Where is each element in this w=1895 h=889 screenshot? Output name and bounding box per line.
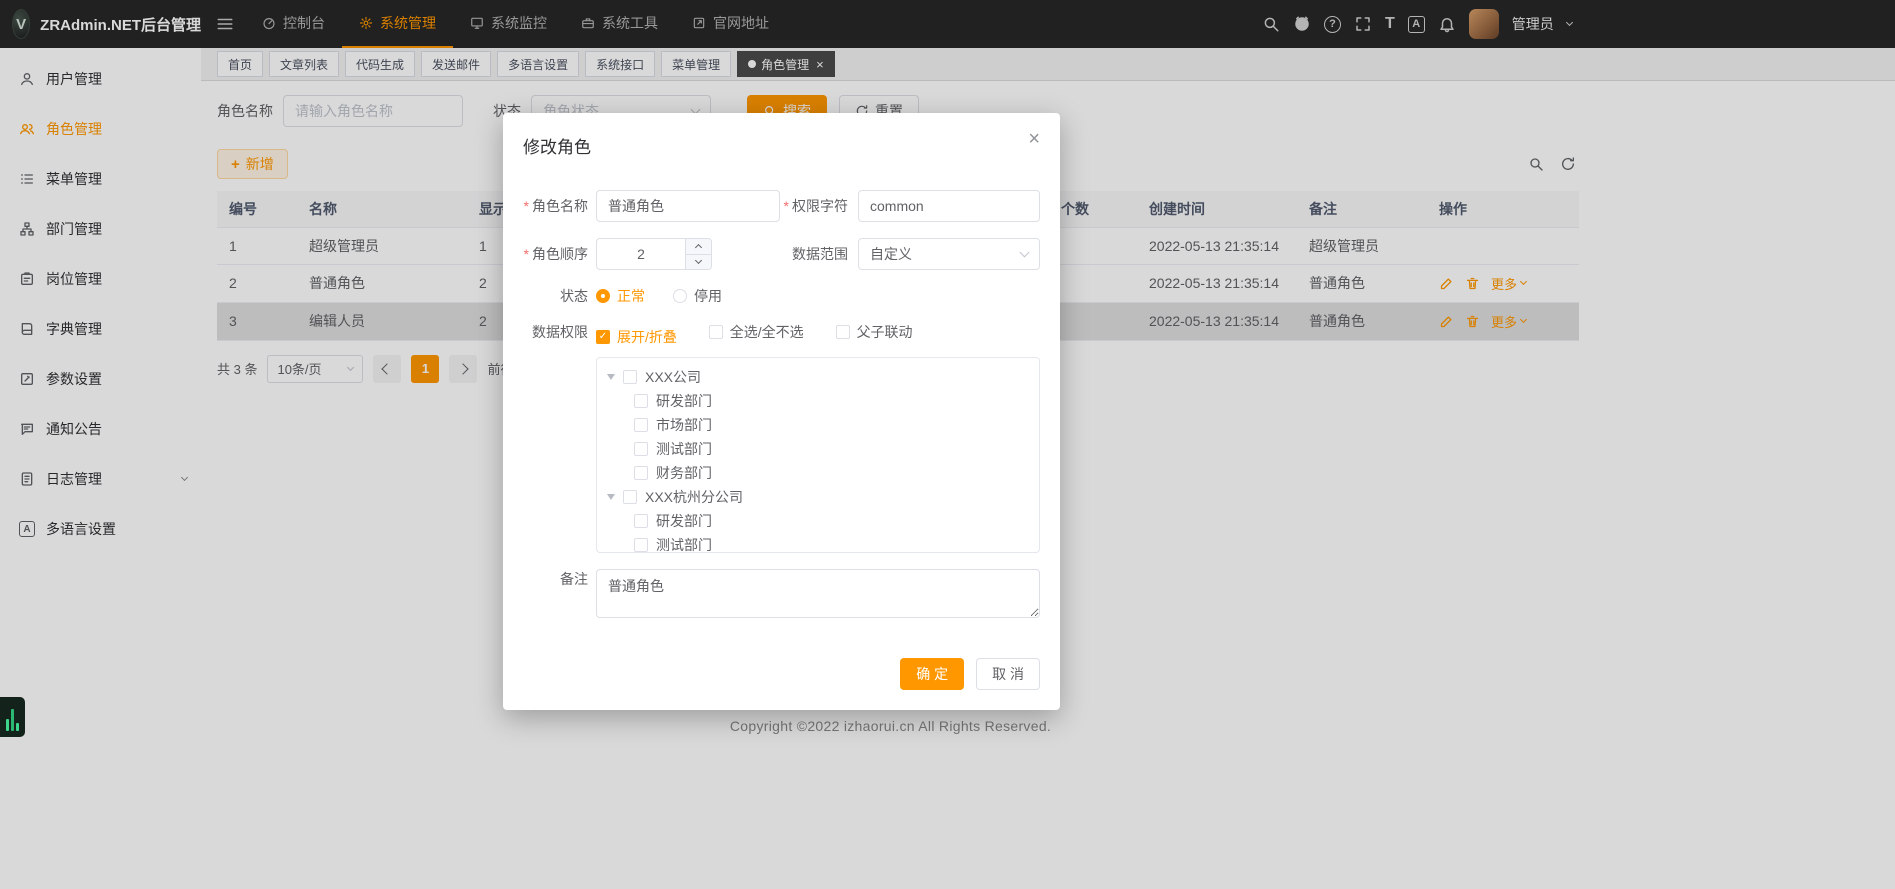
- chevron-up-icon: [695, 244, 702, 251]
- select-all-checkbox[interactable]: 全选/全不选: [709, 322, 804, 342]
- checkbox-icon: [709, 325, 723, 339]
- close-icon[interactable]: ×: [1028, 129, 1040, 149]
- chevron-down-icon: [695, 257, 702, 264]
- radio-icon: [596, 289, 610, 303]
- role-name-label: *角色名称: [523, 196, 588, 216]
- chevron-down-icon: [1020, 248, 1030, 258]
- checkbox-icon[interactable]: [634, 394, 648, 408]
- increase-button[interactable]: [686, 239, 711, 255]
- remark-textarea[interactable]: 普通角色: [596, 569, 1040, 618]
- edit-role-dialog: 修改角色 × *角色名称 *权限字符 *角色顺序 2 数据范围 自定义: [503, 113, 1060, 710]
- dialog-title: 修改角色: [523, 133, 1040, 158]
- status-disabled-radio[interactable]: 停用: [673, 286, 722, 306]
- floating-widget[interactable]: [0, 697, 25, 737]
- checkbox-icon[interactable]: [634, 466, 648, 480]
- decrease-button[interactable]: [686, 255, 711, 270]
- tree-node[interactable]: 测试部门: [597, 437, 1039, 461]
- tree-node[interactable]: 测试部门: [597, 533, 1039, 553]
- expand-collapse-checkbox[interactable]: 展开/折叠: [596, 327, 677, 347]
- tree-node[interactable]: 市场部门: [597, 413, 1039, 437]
- role-order-label: *角色顺序: [523, 244, 588, 264]
- data-scope-label: 数据范围: [792, 238, 848, 270]
- checkbox-icon[interactable]: [634, 418, 648, 432]
- caret-down-icon[interactable]: [607, 494, 615, 500]
- checkbox-icon: [836, 325, 850, 339]
- role-order-input[interactable]: 2: [596, 238, 712, 270]
- status-label: 状态: [523, 286, 588, 306]
- data-permission-label: 数据权限: [523, 322, 588, 342]
- checkbox-icon[interactable]: [623, 370, 637, 384]
- tree-node[interactable]: 研发部门: [597, 389, 1039, 413]
- status-normal-radio[interactable]: 正常: [596, 286, 645, 306]
- confirm-button[interactable]: 确 定: [900, 658, 964, 690]
- radio-icon: [673, 289, 687, 303]
- parent-child-link-checkbox[interactable]: 父子联动: [836, 322, 913, 342]
- checkbox-icon[interactable]: [634, 442, 648, 456]
- tree-node[interactable]: XXX公司: [597, 365, 1039, 389]
- checkbox-icon[interactable]: [623, 490, 637, 504]
- tree-node[interactable]: 研发部门: [597, 509, 1039, 533]
- caret-down-icon[interactable]: [607, 374, 615, 380]
- cancel-button[interactable]: 取 消: [976, 658, 1040, 690]
- role-key-input[interactable]: [858, 190, 1040, 222]
- checkbox-icon[interactable]: [634, 538, 648, 552]
- remark-label: 备注: [523, 569, 588, 589]
- tree-node[interactable]: 财务部门: [597, 461, 1039, 485]
- role-key-label: *权限字符: [784, 190, 848, 222]
- checkbox-icon[interactable]: [634, 514, 648, 528]
- role-name-input[interactable]: [596, 190, 780, 222]
- data-scope-select[interactable]: 自定义: [858, 238, 1040, 270]
- checkbox-checked-icon: [596, 330, 610, 344]
- edit-role-form: *角色名称 *权限字符 *角色顺序 2 数据范围 自定义 状态: [523, 190, 1040, 634]
- tree-node[interactable]: XXX杭州分公司: [597, 485, 1039, 509]
- dialog-footer: 确 定 取 消: [900, 658, 1040, 690]
- permission-tree: XXX公司 研发部门 市场部门 测试部门: [596, 357, 1040, 553]
